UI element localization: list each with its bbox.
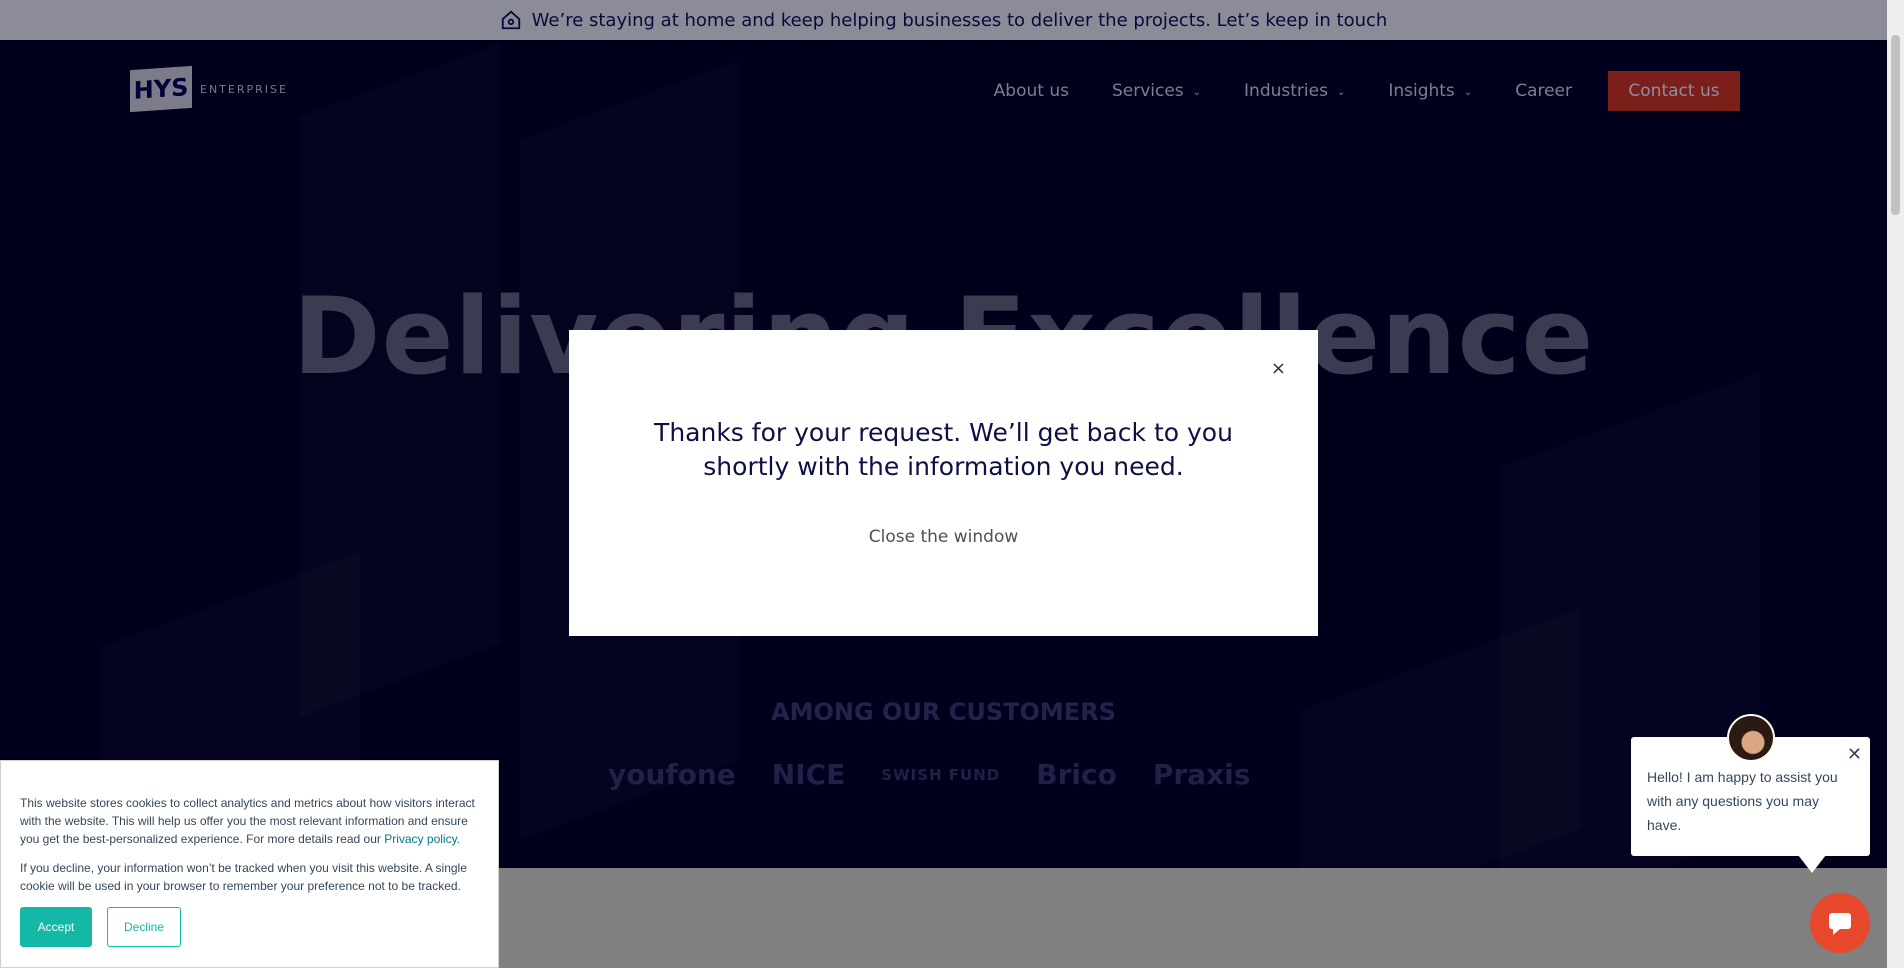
chat-message: Hello! I am happy to assist you with any… (1647, 769, 1838, 833)
chat-icon (1829, 913, 1851, 935)
main-navigation: HYS ENTERPRISE About us Services ⌄ Indus… (0, 40, 1887, 140)
agent-avatar (1727, 714, 1775, 762)
confirmation-modal: × Thanks for your request. We’ll get bac… (569, 330, 1318, 636)
cookie-text-2: If you decline, your information won’t b… (20, 861, 467, 893)
chevron-down-icon: ⌄ (1463, 87, 1473, 98)
page-scrollbar[interactable] (1887, 0, 1904, 968)
close-icon[interactable]: × (1271, 358, 1286, 379)
customer-logo-nice: NICE (771, 758, 846, 791)
close-window-link[interactable]: Close the window (569, 527, 1318, 547)
chevron-down-icon: ⌄ (1336, 87, 1346, 98)
customer-logo-youfone: youfone (608, 758, 736, 791)
nav-item-industries[interactable]: Industries ⌄ (1244, 81, 1345, 101)
logo-mark: HYS (130, 65, 192, 113)
customer-logos: youfone NICE SWISH FUND Brico Praxis (608, 758, 1286, 791)
customer-logo-brico: Brico (1036, 758, 1117, 791)
nav-item-label: Services (1111, 81, 1184, 101)
chat-bubble-tail (1798, 855, 1826, 873)
modal-message-line1: Thanks for your request. We’ll get back … (654, 418, 1233, 447)
nav-item-services[interactable]: Services ⌄ (1112, 81, 1201, 101)
accept-cookies-button[interactable]: Accept (20, 907, 92, 947)
nav-item-career[interactable]: Career (1515, 81, 1572, 101)
nav-links: About us Services ⌄ Industries ⌄ Insight… (951, 71, 1740, 111)
chat-launcher-button[interactable] (1810, 893, 1870, 953)
close-icon[interactable]: ✕ (1847, 744, 1862, 765)
customer-logo-praxis: Praxis (1152, 758, 1251, 791)
cookie-consent-banner: This website stores cookies to collect a… (0, 760, 499, 968)
contact-us-button[interactable]: Contact us (1608, 71, 1740, 111)
hys-enterprise-logo[interactable]: HYS ENTERPRISE (130, 65, 288, 113)
logo-wordmark: ENTERPRISE (200, 82, 288, 96)
nav-item-label: About us (993, 81, 1069, 101)
banner-text: We’re staying at home and keep helping b… (531, 9, 1388, 31)
nav-item-label: Career (1515, 81, 1572, 101)
cookie-text-1: This website stores cookies to collect a… (20, 794, 482, 848)
nav-item-label: Industries (1244, 81, 1328, 101)
privacy-policy-link[interactable]: Privacy policy. (384, 832, 460, 846)
nav-item-insights[interactable]: Insights ⌄ (1388, 81, 1472, 101)
scrollbar-thumb[interactable] (1891, 35, 1900, 215)
modal-message: Thanks for your request. We’ll get back … (569, 416, 1318, 484)
decline-cookies-button[interactable]: Decline (107, 907, 181, 947)
customer-logo-swish-fund: SWISH FUND (881, 765, 1001, 784)
house-icon (501, 10, 520, 30)
modal-message-line2: shortly with the information you need. (703, 452, 1184, 481)
nav-item-label: Insights (1388, 81, 1455, 101)
top-announcement-banner[interactable]: We’re staying at home and keep helping b… (0, 0, 1887, 40)
customers-title: AMONG OUR CUSTOMERS (771, 698, 1116, 726)
chevron-down-icon: ⌄ (1192, 87, 1202, 98)
nav-item-about-us[interactable]: About us (994, 81, 1069, 101)
